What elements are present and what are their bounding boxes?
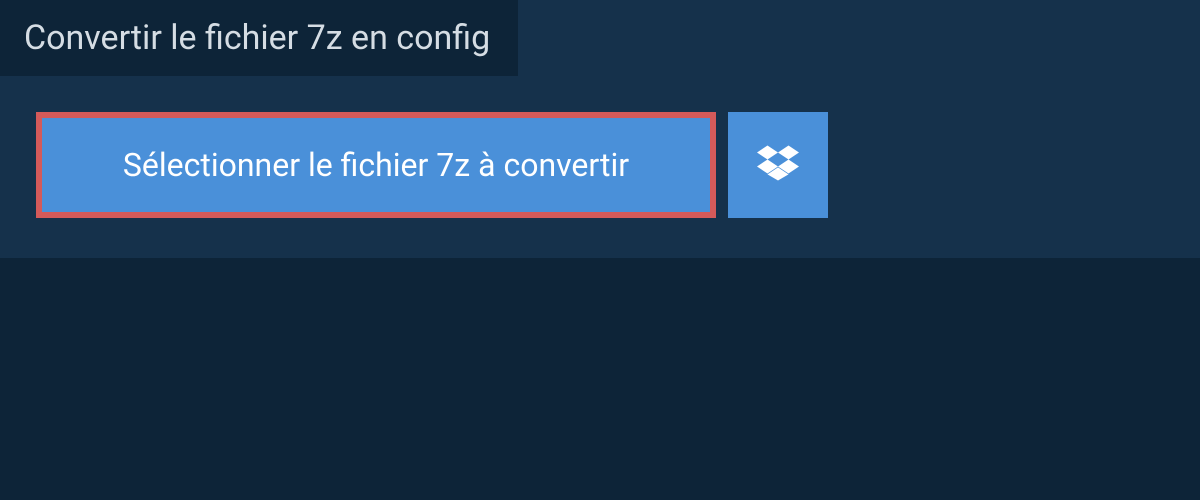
button-row: Sélectionner le fichier 7z à convertir [0, 76, 1200, 218]
select-file-label: Sélectionner le fichier 7z à convertir [123, 146, 629, 184]
dropbox-button[interactable] [728, 112, 828, 218]
page-title: Convertir le fichier 7z en config [0, 0, 518, 76]
converter-panel: Convertir le fichier 7z en config Sélect… [0, 0, 1200, 258]
select-file-button[interactable]: Sélectionner le fichier 7z à convertir [36, 112, 716, 218]
dropbox-icon [757, 142, 799, 188]
